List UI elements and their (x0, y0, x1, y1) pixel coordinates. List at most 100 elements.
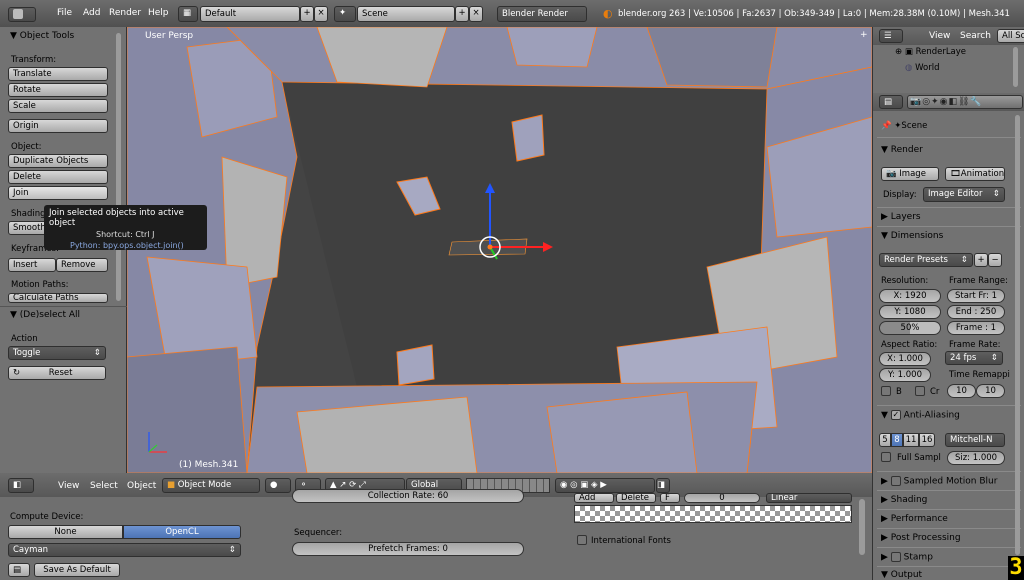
editor-type-button[interactable] (8, 7, 36, 22)
motion-blur-panel-header[interactable]: ▶ Sampled Motion Blur (881, 476, 997, 487)
aa-samples-5[interactable]: 5 (879, 433, 891, 447)
tool-shelf-scrollbar[interactable] (116, 33, 121, 301)
keyframe-delete-button[interactable]: Delete (616, 493, 656, 503)
frame-step-field[interactable]: Frame : 1 (947, 321, 1005, 335)
outliner-display-select[interactable]: All Sc (997, 29, 1024, 43)
shading-select[interactable]: ● (265, 478, 291, 493)
outliner-row-renderlayers[interactable]: ⊕ ▣ RenderLaye (895, 47, 966, 57)
scene-field[interactable]: Scene (357, 6, 455, 22)
remove-keyframe-button[interactable]: Remove (56, 258, 108, 272)
select-menu[interactable]: Select (90, 481, 118, 491)
save-as-default-button[interactable]: Save As Default (34, 563, 120, 577)
smooth-button[interactable]: Smooth (8, 221, 48, 235)
outliner-view-menu[interactable]: View (929, 31, 950, 41)
object-tools-header[interactable]: ▼ Object Tools (10, 31, 74, 41)
remove-preset-button[interactable]: − (988, 253, 1002, 267)
add-scene-button[interactable]: + (455, 6, 469, 22)
delete-scene-button[interactable]: × (469, 6, 483, 22)
render-image-button[interactable]: 📷 Image (881, 167, 939, 181)
f-button[interactable]: F (660, 493, 680, 503)
compute-none-button[interactable]: None (8, 525, 123, 539)
help-menu[interactable]: Help (148, 8, 169, 18)
aa-samples-8[interactable]: 8 (891, 433, 903, 447)
origin-button[interactable]: Origin (8, 119, 108, 133)
reset-button[interactable]: ↻ Reset (8, 366, 106, 380)
frame-rate-select[interactable]: 24 fps ⇕ (945, 351, 1003, 365)
render-menu[interactable]: Render (109, 8, 141, 18)
frame-start-field[interactable]: Start Fr: 1 (947, 289, 1005, 303)
anti-aliasing-panel-header[interactable]: ▼ ✓ Anti-Aliasing (881, 410, 960, 421)
render-presets-select[interactable]: Render Presets ⇕ (879, 253, 973, 267)
prefetch-frames-field[interactable]: Prefetch Frames: 0 (292, 542, 524, 556)
remap-old-field[interactable]: 10 (947, 384, 976, 398)
render-preview-button[interactable]: ◨ (656, 478, 670, 493)
collection-rate-field[interactable]: Collection Rate: 60 (292, 489, 524, 503)
add-menu[interactable]: Add (83, 8, 100, 18)
delete-screen-button[interactable]: × (314, 6, 328, 22)
object-menu[interactable]: Object (127, 481, 156, 491)
viewport-corner-icon[interactable]: + (860, 30, 870, 40)
editor-type-3d-button[interactable]: ◧ (8, 478, 34, 493)
properties-editor-type-button[interactable]: ▤ (879, 95, 903, 109)
resolution-x-field[interactable]: X: 1920 (879, 289, 941, 303)
stamp-panel-header[interactable]: ▶ Stamp (881, 552, 933, 563)
keyframe-add-button[interactable]: Add (574, 493, 614, 503)
frame-end-field[interactable]: End : 250 (947, 305, 1005, 319)
scale-button[interactable]: Scale (8, 99, 108, 113)
view-menu[interactable]: View (58, 481, 79, 491)
duplicate-objects-button[interactable]: Duplicate Objects (8, 154, 108, 168)
mode-select[interactable]: ■ Object Mode (162, 478, 260, 493)
3d-viewport[interactable]: User Persp (1) Mesh.341 + (127, 27, 872, 473)
action-select[interactable]: Toggle ⇕ (8, 346, 106, 360)
performance-panel-header[interactable]: ▶ Performance (881, 514, 948, 524)
join-button[interactable]: Join (8, 186, 108, 200)
resolution-percent-slider[interactable]: 50% (879, 321, 941, 335)
operator-panel-header[interactable]: ▼ (De)select All (10, 310, 80, 320)
motion-blur-checkbox[interactable] (890, 476, 901, 486)
calculate-paths-button[interactable]: Calculate Paths (8, 293, 108, 303)
outliner-scrollbar[interactable] (1013, 47, 1018, 87)
resolution-y-field[interactable]: Y: 1080 (879, 305, 941, 319)
render-engine-select[interactable]: Blender Render (497, 6, 587, 22)
scene-icon[interactable]: ✦ (334, 6, 356, 22)
pin-icon[interactable]: 📌 (881, 121, 892, 131)
snap-tools[interactable]: ◉ ◎ ▣ ◈ ▶ (555, 478, 655, 493)
stamp-checkbox[interactable] (890, 552, 901, 562)
dimensions-panel-header[interactable]: ▼ Dimensions (881, 231, 943, 241)
file-menu[interactable]: File (57, 8, 72, 18)
add-screen-button[interactable]: + (300, 6, 314, 22)
filter-size-field[interactable]: Siz: 1.000 (947, 451, 1005, 465)
add-preset-button[interactable]: + (974, 253, 988, 267)
properties-scrollbar[interactable] (1015, 115, 1020, 555)
aa-samples-11[interactable]: 11 (903, 433, 919, 447)
compute-device-select[interactable]: Cayman ⇕ (8, 543, 241, 557)
rotate-button[interactable]: Rotate (8, 83, 108, 97)
outliner-row-world[interactable]: ◍ World (905, 63, 939, 73)
international-fonts-checkbox[interactable] (577, 535, 587, 545)
insert-keyframe-button[interactable]: Insert (8, 258, 56, 272)
screen-layout-field[interactable]: Default (200, 6, 300, 22)
shading-panel-header[interactable]: ▶ Shading (881, 495, 927, 505)
render-animation-button[interactable]: 🎞Animation (945, 167, 1005, 181)
border-checkbox[interactable] (881, 386, 891, 396)
translate-button[interactable]: Translate (8, 67, 108, 81)
remap-new-field[interactable]: 10 (976, 384, 1005, 398)
crop-checkbox[interactable] (915, 386, 925, 396)
delete-button[interactable]: Delete (8, 170, 108, 184)
aspect-x-field[interactable]: X: 1.000 (879, 352, 931, 366)
display-select[interactable]: Image Editor ⇕ (923, 187, 1005, 202)
aa-samples-16[interactable]: 16 (919, 433, 935, 447)
context-tabs[interactable]: 📷◎✦◉◧⛓🔧 (907, 95, 1023, 109)
outliner-search-menu[interactable]: Search (960, 31, 991, 41)
render-panel-header[interactable]: ▼ Render (881, 145, 923, 155)
post-processing-panel-header[interactable]: ▶ Post Processing (881, 533, 961, 543)
outliner-editor-type-button[interactable]: ☰ (879, 29, 903, 43)
user-prefs-icon-button[interactable]: ▤ (8, 563, 30, 577)
compute-opencl-button[interactable]: OpenCL (123, 525, 241, 539)
output-panel-header[interactable]: ▼ Output (881, 570, 922, 580)
aa-filter-select[interactable]: Mitchell-N (945, 433, 1005, 447)
zero-field[interactable]: 0 (684, 493, 760, 503)
aspect-y-field[interactable]: Y: 1.000 (879, 368, 931, 382)
prefs-scrollbar[interactable] (859, 499, 865, 555)
color-ramp-checker[interactable] (574, 505, 852, 523)
